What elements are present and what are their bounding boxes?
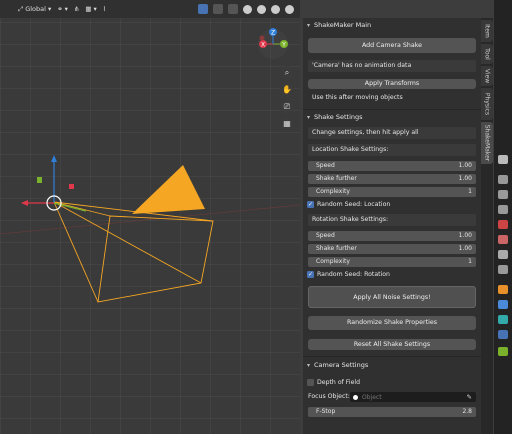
orientation-icon: ⤢ (18, 4, 24, 13)
location-complexity-field[interactable]: Complexity 1 (308, 187, 476, 197)
texture-icon[interactable] (498, 265, 508, 274)
modifier-icon[interactable] (498, 300, 508, 309)
section-header-shakemaker-main[interactable]: ▾ ShakeMaker Main (303, 18, 371, 32)
rotation-settings-label: Rotation Shake Settings: (308, 214, 476, 226)
tab-tool[interactable]: Tool (481, 44, 493, 64)
material-shading-icon[interactable] (271, 4, 280, 14)
randomize-shake-properties-button[interactable]: Randomize Shake Properties (308, 316, 476, 330)
chevron-down-icon: ▾ (64, 5, 68, 13)
3d-viewport[interactable]: X Y Z ⤢ Global ▾ ⚭ ▾ ⋔ ▦ ▾ ⌇ ⌕ ✋ ⎚ ▦ (0, 0, 300, 434)
f-stop-field[interactable]: F-Stop 2.8 (308, 407, 476, 417)
chevron-down-icon: ▾ (307, 21, 311, 29)
snap-settings[interactable]: ▦ ▾ (85, 5, 96, 13)
gizmo-y-label: Y (281, 42, 286, 49)
rotation-speed-field[interactable]: Speed 1.00 (308, 231, 476, 241)
camera-data-icon[interactable] (498, 347, 508, 356)
proportional-edit[interactable]: ⌇ (103, 5, 106, 13)
properties-tab-strip (494, 0, 512, 434)
transform-orientation-dropdown[interactable]: ⤢ Global ▾ (18, 5, 51, 14)
view-layer-icon[interactable] (498, 205, 508, 214)
output-icon[interactable] (498, 190, 508, 199)
section-header-camera-settings[interactable]: ▾ Camera Settings (303, 358, 368, 372)
checkmark-icon: ✓ (307, 201, 314, 208)
pan-hand-icon[interactable]: ✋ (280, 83, 294, 97)
object-icon[interactable] (498, 285, 508, 294)
wireframe-shading-icon[interactable] (243, 4, 252, 14)
object-icon (353, 394, 358, 400)
perspective-grid-icon[interactable]: ▦ (280, 117, 294, 131)
apply-all-noise-settings-button[interactable]: Apply All Noise Settings! (308, 286, 476, 308)
camera-object (53, 201, 214, 303)
gizmo-x-label: X (261, 42, 265, 49)
tab-item[interactable]: Item (481, 20, 493, 42)
location-shake-further-field[interactable]: Shake further 1.00 (308, 174, 476, 184)
solid-shading-icon[interactable] (257, 4, 266, 14)
section-header-shake-settings[interactable]: ▾ Shake Settings (303, 110, 363, 124)
scene-canvas[interactable]: X Y Z (0, 0, 300, 434)
collection-icon[interactable] (498, 250, 508, 259)
gizmo-toggle[interactable] (198, 4, 208, 14)
grid-icon: ▦ (85, 5, 92, 13)
physics-icon[interactable] (498, 315, 508, 324)
status-text: 'Camera' has no animation data (308, 60, 476, 72)
apply-transforms-button[interactable]: Apply Transforms (308, 79, 476, 89)
add-camera-shake-button[interactable]: Add Camera Shake (308, 38, 476, 53)
reset-all-shake-settings-button[interactable]: Reset All Shake Settings (308, 339, 476, 350)
rotation-shake-further-field[interactable]: Shake further 1.00 (308, 244, 476, 254)
chevron-down-icon: ▾ (307, 361, 311, 369)
sidebar-panel: ▾ ShakeMaker Main Add Camera Shake 'Came… (303, 18, 481, 434)
pivot-point-dropdown[interactable]: ⚭ ▾ (57, 5, 68, 13)
rotation-complexity-field[interactable]: Complexity 1 (308, 257, 476, 267)
depth-of-field-checkbox[interactable]: Depth of Field (307, 379, 360, 386)
checkmark-icon: ✓ (307, 271, 314, 278)
location-speed-field[interactable]: Speed 1.00 (308, 161, 476, 171)
random-seed-location-checkbox[interactable]: ✓ Random Seed: Location (307, 201, 390, 208)
xray-toggle[interactable] (228, 4, 238, 14)
snap-toggle[interactable]: ⋔ (74, 5, 79, 13)
world-icon[interactable] (498, 235, 508, 244)
constraints-icon[interactable] (498, 330, 508, 339)
tab-view[interactable]: View (481, 66, 493, 86)
focus-object-field[interactable]: Object ✎ (350, 392, 476, 402)
overlay-toggle[interactable] (213, 4, 223, 14)
tab-physics[interactable]: Physics (481, 88, 493, 120)
transform-gizmo (21, 155, 87, 212)
sidebar-tabs: Item Tool View Physics ShakeMaker (481, 18, 493, 434)
chevron-down-icon: ▾ (307, 113, 311, 121)
tool-icon[interactable] (498, 155, 508, 164)
divider (303, 356, 481, 357)
tab-shakemaker[interactable]: ShakeMaker (481, 122, 493, 164)
render-icon[interactable] (498, 175, 508, 184)
random-seed-rotation-checkbox[interactable]: ✓ Random Seed: Rotation (307, 271, 390, 278)
link-icon: ⚭ (57, 5, 63, 13)
camera-view-icon[interactable]: ⎚ (280, 100, 294, 114)
magnet-icon: ⋔ (73, 5, 80, 13)
chevron-down-icon: ▾ (47, 5, 52, 13)
render-shading-icon[interactable] (285, 4, 294, 14)
camera-up-triangle (132, 165, 205, 214)
location-settings-label: Location Shake Settings: (308, 144, 476, 156)
zoom-icon[interactable]: ⌕ (280, 66, 294, 80)
chevron-down-icon: ▾ (93, 5, 97, 13)
eyedropper-icon[interactable]: ✎ (467, 393, 472, 401)
focus-object-label: Focus Object: (308, 393, 350, 400)
hint-text: Use this after moving objects (312, 94, 403, 101)
viewport-shading-tools (198, 0, 300, 18)
scene-icon[interactable] (498, 220, 508, 229)
graph-icon: ⌇ (102, 5, 106, 13)
gizmo-z-label: Z (271, 30, 275, 37)
info-text: Change settings, then hit apply all (308, 127, 476, 139)
